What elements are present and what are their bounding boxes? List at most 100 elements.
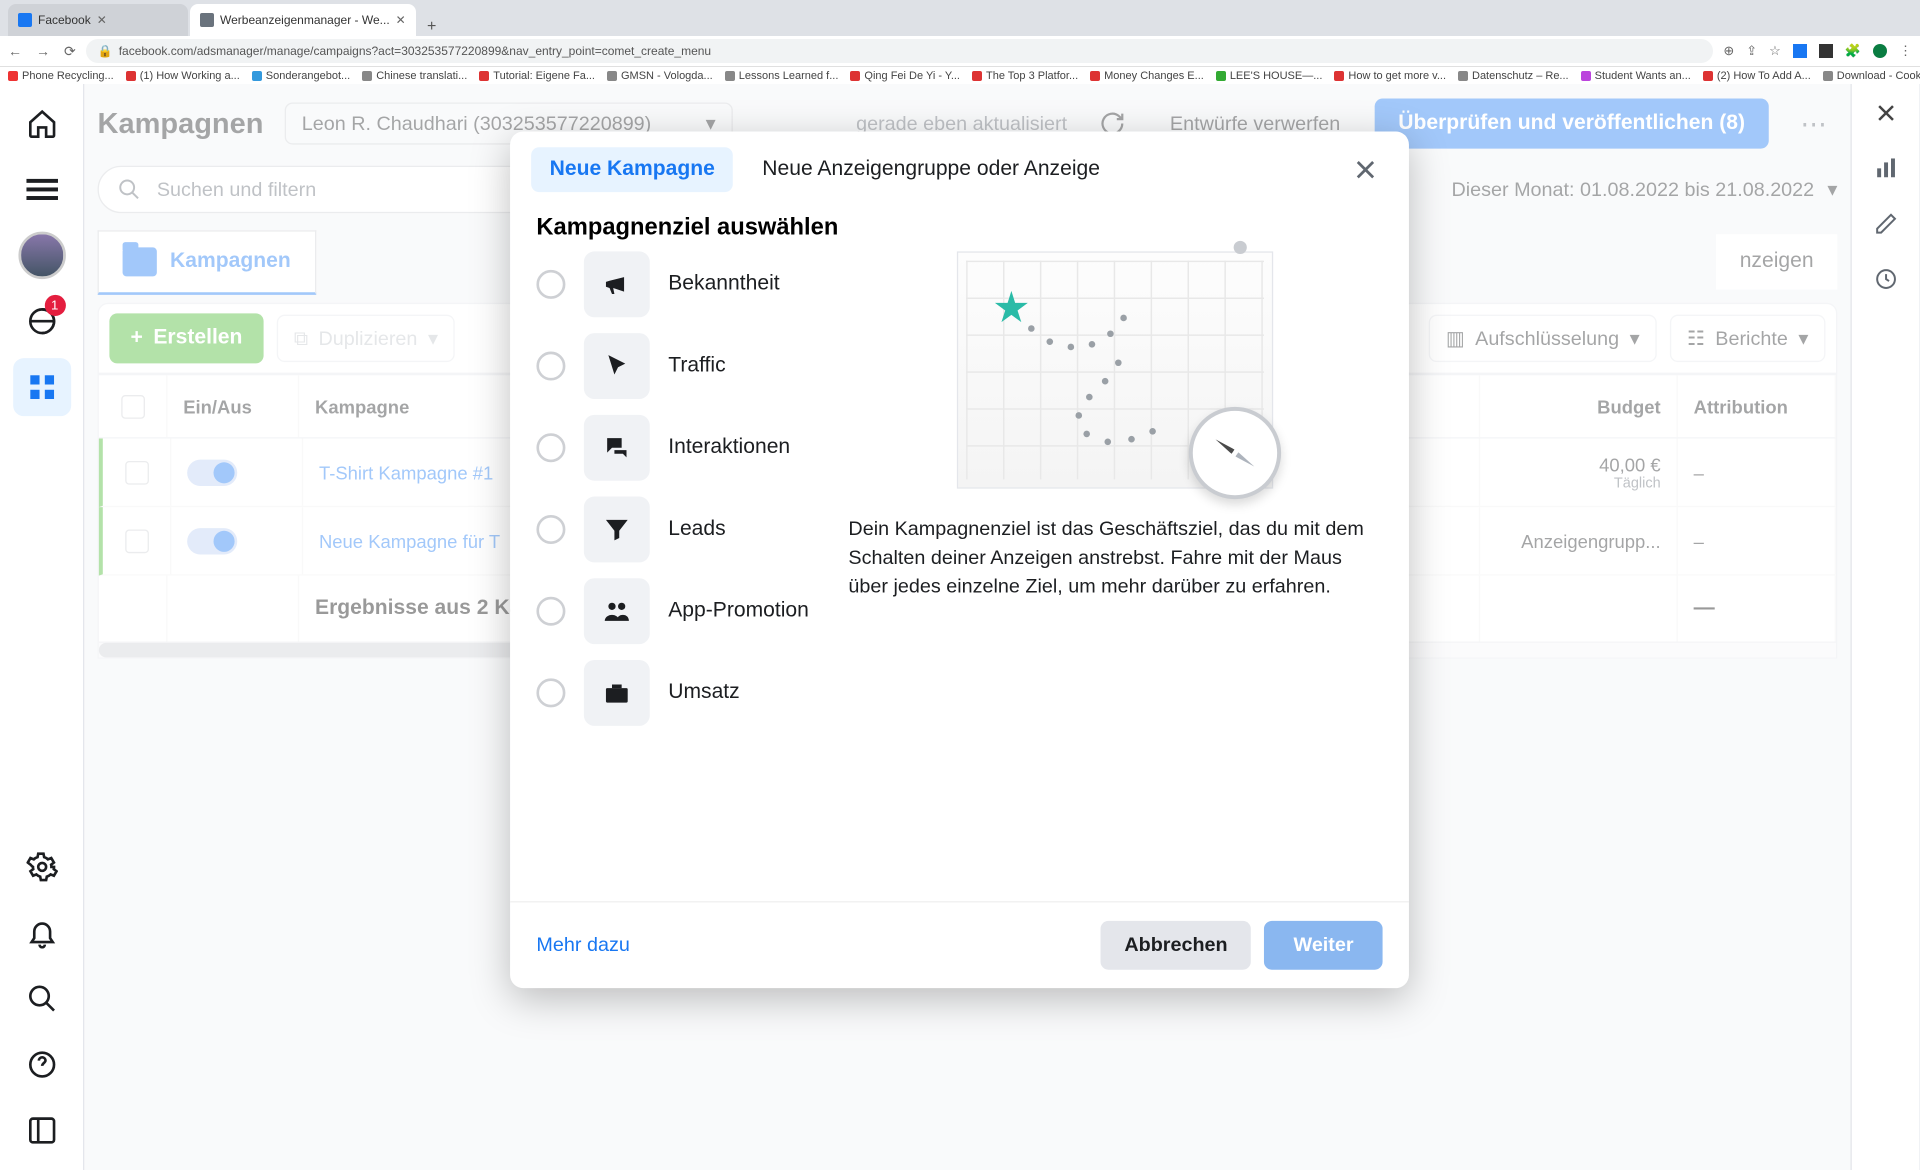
header-attribution[interactable]: Attribution: [1678, 375, 1836, 437]
close-icon[interactable]: [1862, 89, 1909, 136]
learn-more-link[interactable]: Mehr dazu: [536, 934, 629, 956]
extension-icon[interactable]: [1819, 44, 1833, 58]
bookmark[interactable]: Datenschutz – Re...: [1458, 70, 1569, 82]
create-button[interactable]: + Erstellen: [109, 313, 263, 363]
help-icon[interactable]: [13, 1036, 71, 1094]
close-icon[interactable]: ✕: [97, 13, 107, 27]
bookmark[interactable]: Download - Cooki...: [1823, 70, 1920, 82]
goal-label: Bekanntheit: [668, 272, 779, 296]
more-icon[interactable]: ⋯: [1790, 100, 1837, 147]
campaign-link[interactable]: Neue Kampagne für T: [319, 530, 500, 551]
bookmark[interactable]: Student Wants an...: [1581, 70, 1691, 82]
publish-button[interactable]: Überprüfen und veröffentlichen (8): [1375, 98, 1769, 148]
bookmark[interactable]: Lessons Learned f...: [725, 70, 839, 82]
bookmark[interactable]: Phone Recycling...: [8, 70, 114, 82]
bookmark[interactable]: Chinese translati...: [362, 70, 467, 82]
chevron-down-icon: ▾: [428, 327, 438, 351]
people-icon: [584, 578, 650, 644]
bookmark[interactable]: (2) How To Add A...: [1703, 70, 1811, 82]
extensions-icon[interactable]: 🧩: [1845, 43, 1861, 59]
lock-icon: 🔒: [98, 44, 113, 58]
bookmark[interactable]: (1) How Working a...: [126, 70, 240, 82]
briefcase-icon: [584, 660, 650, 726]
reports-icon: ☷: [1687, 327, 1705, 351]
browser-tab[interactable]: Facebook ✕: [8, 4, 188, 36]
row-checkbox[interactable]: [125, 529, 149, 553]
avatar[interactable]: [13, 226, 71, 284]
goal-label: Umsatz: [668, 681, 739, 705]
charts-icon[interactable]: [1862, 145, 1909, 192]
row-toggle[interactable]: [187, 459, 237, 485]
close-icon[interactable]: ✕: [396, 13, 406, 27]
footer-attr: —: [1678, 576, 1836, 642]
chevron-down-icon: ▾: [1798, 327, 1808, 351]
breakdown-button[interactable]: ▥ Aufschlüsselung ▾: [1429, 315, 1657, 362]
modal-tab-existing[interactable]: Neue Anzeigengruppe oder Anzeige: [744, 147, 1119, 192]
close-icon[interactable]: [1343, 147, 1388, 192]
campaign-link[interactable]: T-Shirt Kampagne #1: [319, 462, 493, 483]
forward-icon[interactable]: →: [36, 43, 50, 60]
bookmark[interactable]: Qing Fei De Yi - Y...: [850, 70, 960, 82]
bookmark[interactable]: Sonderangebot...: [252, 70, 350, 82]
collapse-icon[interactable]: [13, 1101, 71, 1159]
next-button[interactable]: Weiter: [1265, 921, 1383, 970]
megaphone-icon: [584, 251, 650, 317]
settings-icon[interactable]: [13, 838, 71, 896]
goal-sales[interactable]: Umsatz: [536, 660, 808, 726]
menu-icon[interactable]: ⋮: [1899, 43, 1912, 59]
goal-traffic[interactable]: Traffic: [536, 333, 808, 399]
goal-awareness[interactable]: Bekanntheit: [536, 251, 808, 317]
bookmark[interactable]: Tutorial: Eigene Fa...: [479, 70, 595, 82]
chevron-down-icon: ▾: [1630, 327, 1640, 351]
bookmark[interactable]: The Top 3 Platfor...: [972, 70, 1078, 82]
bookmark[interactable]: LEE'S HOUSE—...: [1216, 70, 1323, 82]
back-icon[interactable]: ←: [8, 43, 22, 60]
url-input[interactable]: 🔒 facebook.com/adsmanager/manage/campaig…: [86, 39, 1714, 63]
history-icon[interactable]: [1862, 255, 1909, 302]
cancel-button[interactable]: Abbrechen: [1101, 921, 1252, 970]
radio[interactable]: [536, 515, 565, 544]
goal-engagement[interactable]: Interaktionen: [536, 415, 808, 481]
share-icon[interactable]: ⇪: [1746, 43, 1757, 59]
edit-icon[interactable]: [1862, 200, 1909, 247]
browser-tab[interactable]: Werbeanzeigenmanager - We... ✕: [190, 4, 416, 36]
zoom-icon[interactable]: ⊕: [1723, 43, 1734, 59]
home-icon[interactable]: [13, 95, 71, 153]
menu-icon[interactable]: [13, 160, 71, 218]
radio[interactable]: [536, 433, 565, 462]
url-text: facebook.com/adsmanager/manage/campaigns…: [119, 44, 711, 58]
facebook-icon: [18, 13, 32, 27]
ads-manager-icon[interactable]: [13, 358, 71, 416]
reports-button[interactable]: ☷ Berichte ▾: [1670, 315, 1826, 362]
goal-leads[interactable]: Leads: [536, 497, 808, 563]
radio[interactable]: [536, 270, 565, 299]
header-budget[interactable]: Budget: [1480, 375, 1678, 437]
goal-app-promotion[interactable]: App-Promotion: [536, 578, 808, 644]
audiences-icon[interactable]: [13, 292, 71, 350]
date-label: Dieser Monat: 01.08.2022 bis 21.08.2022: [1451, 178, 1814, 200]
star-icon[interactable]: ☆: [1769, 43, 1781, 59]
select-all[interactable]: [99, 375, 168, 437]
search-placeholder: Suchen und filtern: [157, 178, 316, 200]
fb-extension-icon[interactable]: [1793, 44, 1807, 58]
profile-icon[interactable]: [1873, 44, 1887, 58]
bookmark[interactable]: How to get more v...: [1334, 70, 1446, 82]
radio[interactable]: [536, 352, 565, 381]
search-icon[interactable]: [13, 970, 71, 1028]
notifications-icon[interactable]: [13, 904, 71, 962]
nav-buttons: ← → ⟳: [8, 43, 76, 60]
tab-ads[interactable]: nzeigen: [1716, 234, 1837, 289]
radio[interactable]: [536, 678, 565, 707]
date-range[interactable]: Dieser Monat: 01.08.2022 bis 21.08.2022 …: [1451, 178, 1837, 202]
row-toggle[interactable]: [187, 528, 237, 554]
radio[interactable]: [536, 597, 565, 626]
new-tab-button[interactable]: +: [418, 18, 446, 36]
bookmark[interactable]: GMSN - Vologda...: [607, 70, 713, 82]
duplicate-button[interactable]: ⧉ Duplizieren ▾: [277, 315, 455, 362]
row-checkbox[interactable]: [125, 460, 149, 484]
reload-icon[interactable]: ⟳: [64, 43, 76, 60]
attr-cell: –: [1678, 439, 1836, 506]
modal-tab-new[interactable]: Neue Kampagne: [531, 147, 733, 192]
tab-campaigns[interactable]: Kampagnen: [98, 230, 316, 295]
bookmark[interactable]: Money Changes E...: [1090, 70, 1204, 82]
